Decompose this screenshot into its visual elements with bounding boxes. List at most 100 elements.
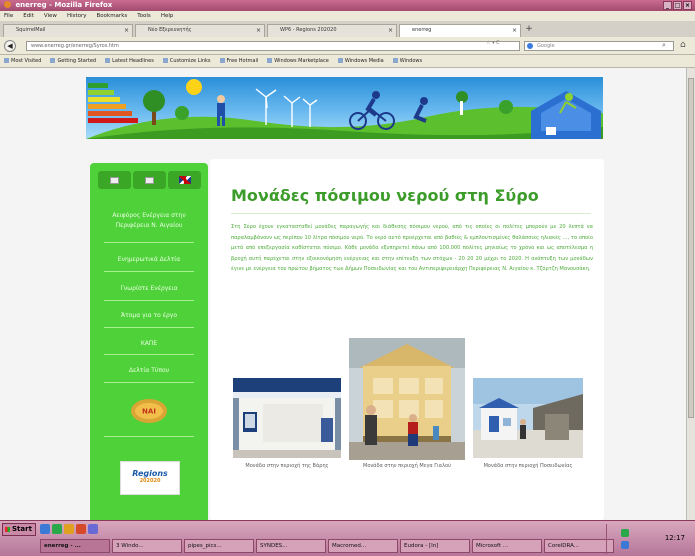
tab-close-icon[interactable]: × xyxy=(388,25,393,36)
menu-edit[interactable]: Edit xyxy=(23,11,34,21)
start-button[interactable]: Start xyxy=(2,523,36,536)
close-button[interactable]: × xyxy=(683,1,692,10)
bookmark-item[interactable]: Customize Links xyxy=(163,55,211,67)
tab-close-icon[interactable]: × xyxy=(512,25,517,36)
window-title-bar: enerreg - Mozilla Firefox _ □ × xyxy=(0,0,695,11)
google-icon xyxy=(527,43,533,49)
tab-close-icon[interactable]: × xyxy=(124,25,129,36)
bookmarks-toolbar: Most Visited Getting Started Latest Head… xyxy=(0,55,695,68)
sidebar-divider xyxy=(104,271,194,272)
bookmark-item[interactable]: Free Hotmail xyxy=(220,55,259,67)
quick-launch xyxy=(40,524,98,534)
task-coreldraw[interactable]: CorelDRA... xyxy=(544,539,614,553)
photo-caption: Μονάδα στην περιοχή Ποσειδωνίας xyxy=(483,463,573,469)
sidebar-divider xyxy=(104,300,194,301)
sidebar-divider xyxy=(104,436,194,437)
tab-squirrelmail[interactable]: SquirrelMail × xyxy=(3,24,133,37)
page-title: Μονάδες πόσιμου νερού στη Σύρο xyxy=(231,186,539,205)
back-button[interactable]: ◀ xyxy=(4,40,16,52)
search-input[interactable]: Google xyxy=(524,41,674,51)
nai-badge[interactable]: ΝΑΙ xyxy=(130,398,168,424)
menu-view[interactable]: View xyxy=(44,11,57,21)
tab-explorer[interactable]: Νέο Εξερευνητής × xyxy=(135,24,265,37)
search-icon[interactable]: ⌕ xyxy=(662,41,666,50)
address-bar[interactable]: www.enerreg.gr/enerreg/Syros.htm xyxy=(26,41,520,51)
sidebar-divider xyxy=(104,354,194,355)
tab-bar: SquirrelMail × Νέο Εξερευνητής × WP6 - Reg… xyxy=(0,21,695,37)
sidebar-divider xyxy=(104,242,194,243)
firefox-icon xyxy=(4,1,11,8)
uk-flag-icon xyxy=(178,176,191,184)
task-pipes-pics[interactable]: pipes_pics... xyxy=(184,539,254,553)
bookmark-item[interactable]: Windows Media xyxy=(338,55,384,67)
tab-wp6[interactable]: WP6 - Regions 202020 × xyxy=(267,24,397,37)
sidebar-divider xyxy=(104,327,194,328)
sidebar-item-newsletters[interactable]: Ενημερωτικά Δελτία xyxy=(100,255,198,265)
task-microsoft[interactable]: Microsoft ... xyxy=(472,539,542,553)
bookmark-item[interactable]: Most Visited xyxy=(4,55,41,67)
language-greek-alt-button[interactable] xyxy=(133,171,166,189)
bookmark-item[interactable]: Latest Headlines xyxy=(105,55,154,67)
sidebar: Αειφόρος Ενέργεια στην Περιφέρεια Ν. Αιγ… xyxy=(90,163,208,520)
minimize-button[interactable]: _ xyxy=(663,1,672,10)
sidebar-item-kape[interactable]: ΚΑΠΕ xyxy=(100,339,198,349)
sidebar-item-people[interactable]: Άτομα για το έργο xyxy=(100,311,198,321)
nai-badge-text: ΝΑΙ xyxy=(142,408,156,416)
sidebar-item-know-energy[interactable]: Γνωρίστε Ενέργεια xyxy=(100,284,198,294)
menu-help[interactable]: Help xyxy=(161,11,174,21)
url-text: www.enerreg.gr/enerreg/Syros.htm xyxy=(31,43,119,49)
photo-caption: Μονάδα στην περιοχή της Βάρης xyxy=(245,463,329,469)
language-selector xyxy=(98,171,201,189)
regions-202020-logo[interactable]: Regions 202020 xyxy=(120,461,180,495)
bookmark-item[interactable]: Windows Marketplace xyxy=(267,55,329,67)
scrollbar-thumb[interactable] xyxy=(688,78,694,418)
regions-logo-year: 202020 xyxy=(139,478,161,484)
menu-bookmarks[interactable]: Bookmarks xyxy=(97,11,128,21)
language-english-button[interactable] xyxy=(168,171,201,189)
home-icon[interactable]: ⌂ xyxy=(680,40,686,50)
volume-icon[interactable] xyxy=(621,541,629,549)
header-banner xyxy=(86,77,603,139)
article-body: Στη Σύρο έχουν εγκατασταθεί μονάδες παρα… xyxy=(231,224,593,273)
menu-tools[interactable]: Tools xyxy=(137,11,151,21)
tab-enerreg[interactable]: enerreg × xyxy=(399,24,521,37)
network-icon[interactable] xyxy=(621,529,629,537)
window-title: enerreg - Mozilla Firefox xyxy=(15,1,113,9)
sidebar-item-press-releases[interactable]: Δελτία Τύπου xyxy=(100,366,198,376)
menu-history[interactable]: History xyxy=(67,11,87,21)
bookmark-item[interactable]: Getting Started xyxy=(50,55,96,67)
clock: 12:17 xyxy=(664,534,685,542)
page-scrollbar[interactable] xyxy=(686,68,695,520)
window-controls: _ □ × xyxy=(663,1,692,10)
menu-file[interactable]: File xyxy=(4,11,13,21)
ie-icon[interactable] xyxy=(40,524,50,534)
greek-flag-icon xyxy=(110,176,119,184)
photo-poseidonia-unit[interactable] xyxy=(473,378,583,458)
new-tab-button[interactable]: + xyxy=(523,24,535,36)
title-divider xyxy=(231,213,591,214)
folder-icon[interactable] xyxy=(64,524,74,534)
windows-taskbar: Start enerreg - ... 3 Windo... pipes_pic… xyxy=(0,520,695,556)
task-macromedia[interactable]: Macromed... xyxy=(328,539,398,553)
task-eudora[interactable]: Eudora - [In] xyxy=(400,539,470,553)
menu-bar: File Edit View History Bookmarks Tools H… xyxy=(0,11,695,21)
bookmark-star-icon[interactable]: ☆ ▾ C xyxy=(486,40,500,46)
media-icon[interactable] xyxy=(52,524,62,534)
banner-illustration xyxy=(86,79,603,139)
photo-mega-gialos-unit[interactable] xyxy=(349,338,465,460)
sidebar-item-sustainable-energy[interactable]: Αειφόρος Ενέργεια στην Περιφέρεια Ν. Αιγ… xyxy=(100,211,198,231)
task-windows[interactable]: 3 Windo... xyxy=(112,539,182,553)
maximize-button[interactable]: □ xyxy=(673,1,682,10)
language-greek-button[interactable] xyxy=(98,171,131,189)
task-enerreg[interactable]: enerreg - ... xyxy=(40,539,110,553)
regions-logo-name: Regions xyxy=(132,469,168,478)
photo-vari-unit[interactable] xyxy=(233,378,341,458)
desktop-icon[interactable] xyxy=(88,524,98,534)
bookmark-item[interactable]: Windows xyxy=(393,55,422,67)
tab-close-icon[interactable]: × xyxy=(256,25,261,36)
page-viewport: Αειφόρος Ενέργεια στην Περιφέρεια Ν. Αιγ… xyxy=(0,68,686,520)
greek-flag-icon xyxy=(145,176,154,184)
firefox-quick-icon[interactable] xyxy=(76,524,86,534)
task-syndes[interactable]: SYNDES... xyxy=(256,539,326,553)
system-tray: 12:17 xyxy=(606,524,693,554)
